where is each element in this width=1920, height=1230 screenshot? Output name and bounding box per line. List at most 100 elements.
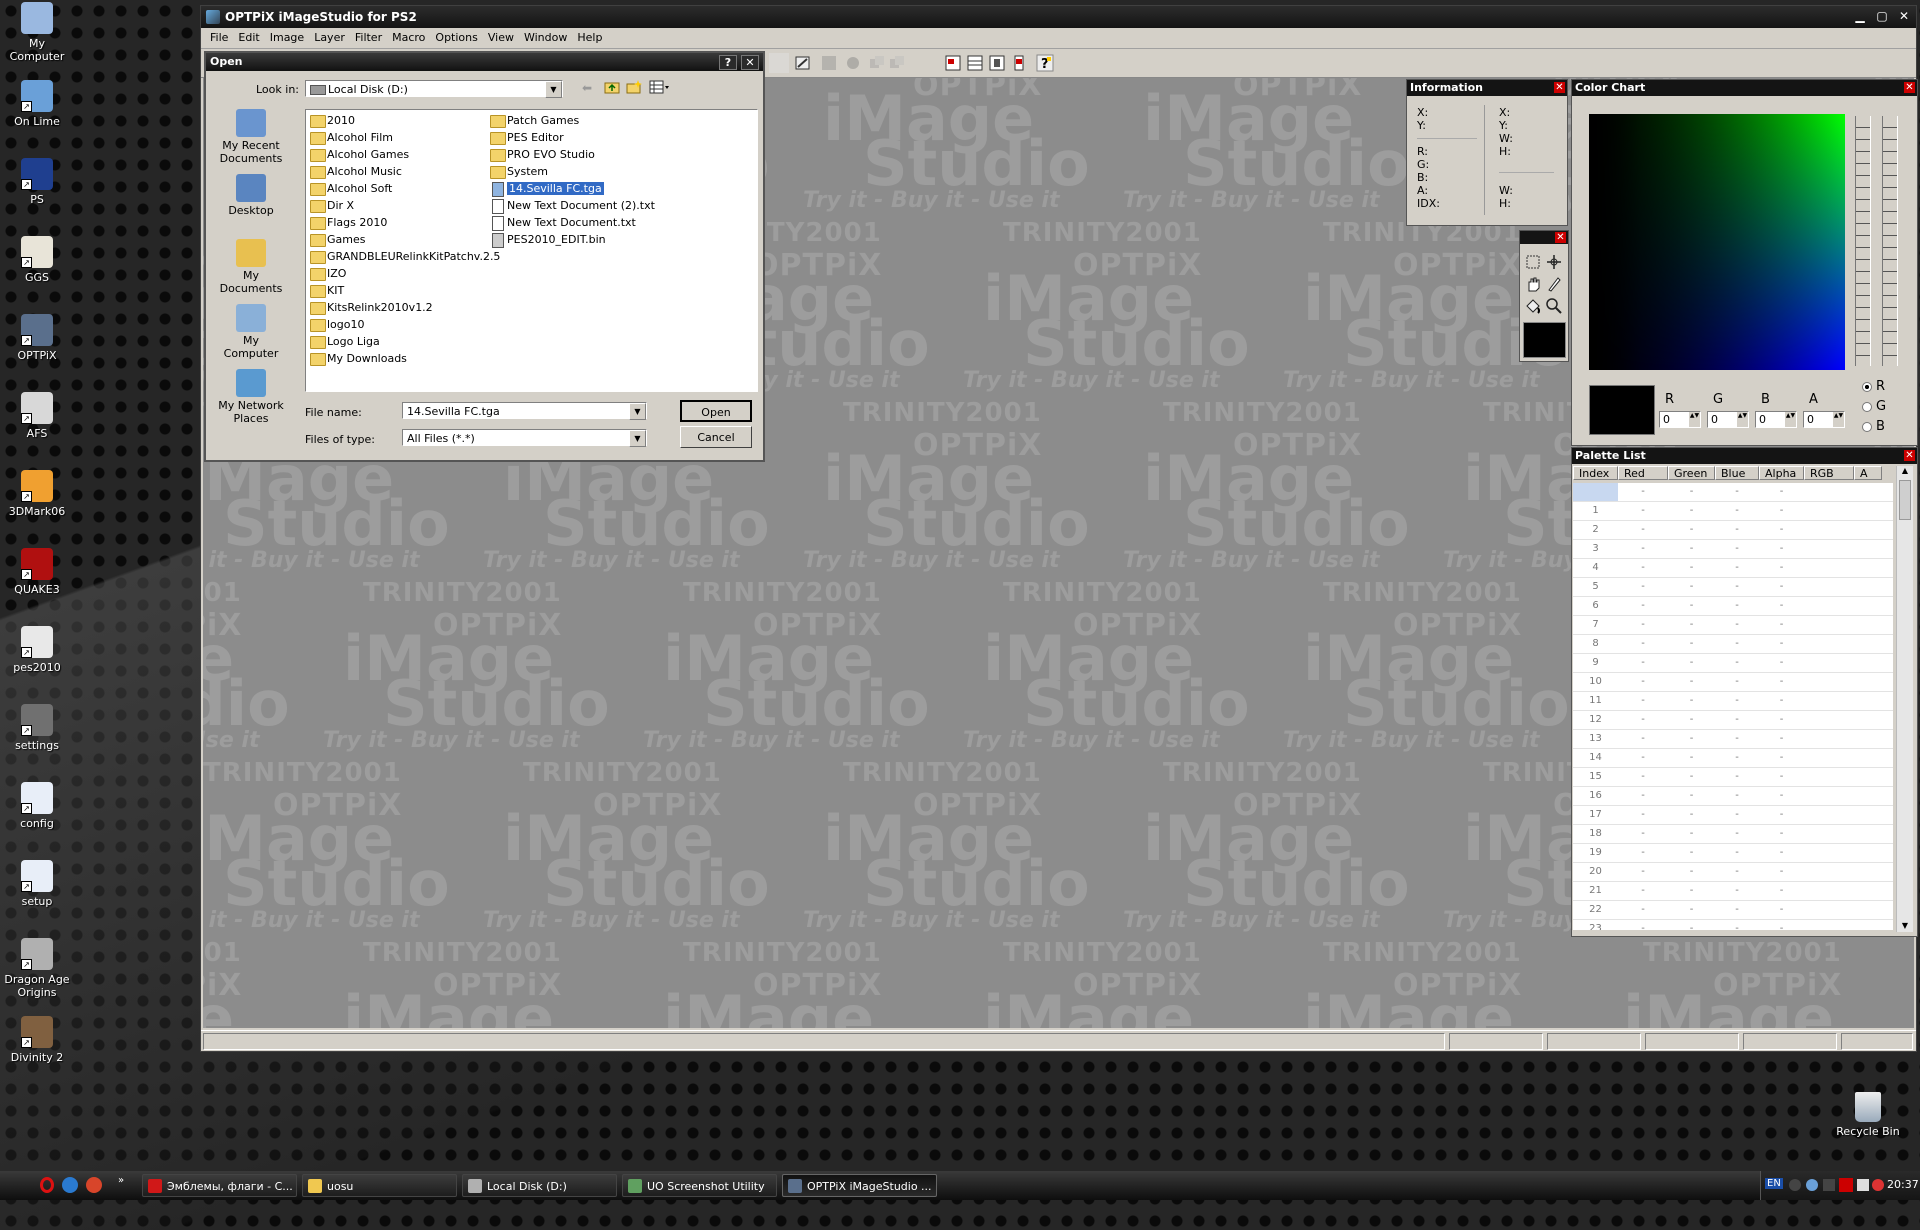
minimize-button[interactable]: ▁	[1850, 8, 1870, 24]
list-item[interactable]: New Text Document.txt	[488, 214, 655, 231]
pencil-icon[interactable]	[1545, 275, 1563, 293]
table-row[interactable]: 22 - - - -	[1573, 901, 1893, 920]
desktop-icon[interactable]: ↗ 3DMark06	[0, 470, 74, 518]
list-item[interactable]: PES Editor	[488, 129, 655, 146]
ie-quicklaunch-icon[interactable]	[62, 1177, 78, 1193]
hand-icon[interactable]	[1524, 275, 1542, 293]
list-item[interactable]: Logo Liga	[308, 333, 500, 350]
list-item[interactable]: 2010	[308, 112, 500, 129]
up-folder-icon[interactable]	[604, 79, 620, 95]
browser-quicklaunch-icon[interactable]	[86, 1177, 102, 1193]
cancel-button[interactable]: Cancel	[680, 426, 752, 448]
table-row[interactable]: 23 - - - -	[1573, 920, 1893, 930]
tool-grid-icon[interactable]	[965, 53, 985, 73]
close-button[interactable]: ✕	[1894, 8, 1914, 24]
tray-icon-5[interactable]	[1857, 1179, 1869, 1191]
close-icon[interactable]: ✕	[1555, 232, 1566, 243]
list-item[interactable]: Patch Games	[488, 112, 655, 129]
palette-column-header[interactable]: RGB	[1804, 466, 1854, 480]
tray-icon-4[interactable]	[1839, 1178, 1853, 1192]
spin-arrows-icon[interactable]: ▲▼	[1833, 412, 1844, 427]
menu-edit[interactable]: Edit	[233, 28, 264, 48]
menu-options[interactable]: Options	[430, 28, 482, 48]
table-row[interactable]: 9 - - - -	[1573, 654, 1893, 673]
palette-column-header[interactable]: Red	[1618, 466, 1668, 480]
desktop-icon[interactable]: ↗ config	[0, 782, 74, 830]
open-button[interactable]: Open	[680, 400, 752, 422]
list-item[interactable]: Alcohol Soft	[308, 180, 500, 197]
desktop-icon[interactable]: ↗ PS	[0, 158, 74, 206]
scroll-up-icon[interactable]: ▲	[1897, 466, 1913, 478]
tray-icon-2[interactable]	[1806, 1179, 1818, 1191]
table-row[interactable]: 8 - - - -	[1573, 635, 1893, 654]
tool-layers-icon[interactable]	[867, 53, 887, 73]
desktop-icon[interactable]: ↗ setup	[0, 860, 74, 908]
list-item[interactable]: Alcohol Film	[308, 129, 500, 146]
clock[interactable]: 20:37	[1887, 1178, 1919, 1191]
filetype-select[interactable]: All Files (*.*) ▼	[402, 429, 647, 447]
desktop-icon[interactable]: ↗ settings	[0, 704, 74, 752]
list-item[interactable]: System	[488, 163, 655, 180]
current-color-swatch[interactable]	[1523, 322, 1566, 358]
menu-file[interactable]: File	[205, 28, 233, 48]
list-item[interactable]: KitsRelink2010v1.2	[308, 299, 500, 316]
look-in-combo[interactable]: Local Disk (D:) ▼	[305, 80, 563, 98]
place-2[interactable]: My Documents	[214, 239, 288, 304]
task-button[interactable]: Local Disk (D:)	[462, 1174, 617, 1197]
zoom-icon[interactable]	[1545, 297, 1563, 315]
dialog-close-button[interactable]: ✕	[741, 55, 759, 70]
palette-column-header[interactable]: A	[1854, 466, 1882, 480]
list-item[interactable]: PRO EVO Studio	[488, 146, 655, 163]
table-row[interactable]: 11 - - - -	[1573, 692, 1893, 711]
table-row[interactable]: 17 - - - -	[1573, 806, 1893, 825]
channel-slider-2[interactable]	[1882, 116, 1898, 366]
tray-icon-3[interactable]	[1823, 1179, 1835, 1191]
table-row[interactable]: 14 - - - -	[1573, 749, 1893, 768]
menu-image[interactable]: Image	[265, 28, 309, 48]
table-row[interactable]: 0 - - - -	[1573, 483, 1893, 502]
palette-column-header[interactable]: Green	[1668, 466, 1715, 480]
tool-edit-icon[interactable]	[793, 53, 813, 73]
list-item[interactable]: KIT	[308, 282, 500, 299]
task-button[interactable]: uosu	[302, 1174, 457, 1197]
list-item[interactable]: Dir X	[308, 197, 500, 214]
place-1[interactable]: Desktop	[214, 174, 288, 239]
desktop-icon[interactable]: ↗ On Lime	[0, 80, 74, 128]
table-row[interactable]: 3 - - - -	[1573, 540, 1893, 559]
list-item[interactable]: New Text Document (2).txt	[488, 197, 655, 214]
quicklaunch-more-icon[interactable]: »	[118, 1175, 124, 1186]
view-menu-icon[interactable]	[649, 79, 671, 95]
list-item[interactable]: My Downloads	[308, 350, 500, 367]
tool-color-icon[interactable]	[1009, 53, 1029, 73]
menu-view[interactable]: View	[483, 28, 519, 48]
place-0[interactable]: My Recent Documents	[214, 109, 288, 174]
list-item[interactable]: Flags 2010	[308, 214, 500, 231]
table-row[interactable]: 21 - - - -	[1573, 882, 1893, 901]
close-icon[interactable]: ✕	[1554, 82, 1565, 93]
desktop-icon[interactable]: ↗ GGS	[0, 236, 74, 284]
task-button[interactable]: UO Screenshot Utility	[622, 1174, 777, 1197]
desktop-icon[interactable]: ↗ Divinity 2	[0, 1016, 74, 1064]
spin-arrows-icon[interactable]: ▲▼	[1737, 412, 1748, 427]
place-4[interactable]: My Network Places	[214, 369, 288, 434]
channel-spinner[interactable]: 0 ▲▼	[1707, 411, 1749, 428]
close-icon[interactable]: ✕	[1904, 450, 1915, 461]
table-row[interactable]: 4 - - - -	[1573, 559, 1893, 578]
tool-record-icon[interactable]	[843, 53, 863, 73]
channel-spinner[interactable]: 0 ▲▼	[1803, 411, 1845, 428]
menu-window[interactable]: Window	[519, 28, 572, 48]
radio-g[interactable]: G	[1862, 399, 1886, 414]
desktop-icon[interactable]: ↗ AFS	[0, 392, 74, 440]
list-item[interactable]: logo10	[308, 316, 500, 333]
radio-b[interactable]: B	[1862, 419, 1885, 434]
select-rect-icon[interactable]	[1524, 253, 1542, 271]
fill-bucket-icon[interactable]	[1524, 297, 1542, 315]
close-icon[interactable]: ✕	[1904, 82, 1915, 93]
tool-window-icon[interactable]	[943, 53, 963, 73]
channel-slider-1[interactable]	[1855, 116, 1871, 366]
task-button[interactable]: Эмблемы, флаги - С...	[142, 1174, 297, 1197]
table-row[interactable]: 15 - - - -	[1573, 768, 1893, 787]
channel-spinner[interactable]: 0 ▲▼	[1755, 411, 1797, 428]
place-3[interactable]: My Computer	[214, 304, 288, 369]
tool-help-icon[interactable]: ?	[1035, 53, 1055, 73]
